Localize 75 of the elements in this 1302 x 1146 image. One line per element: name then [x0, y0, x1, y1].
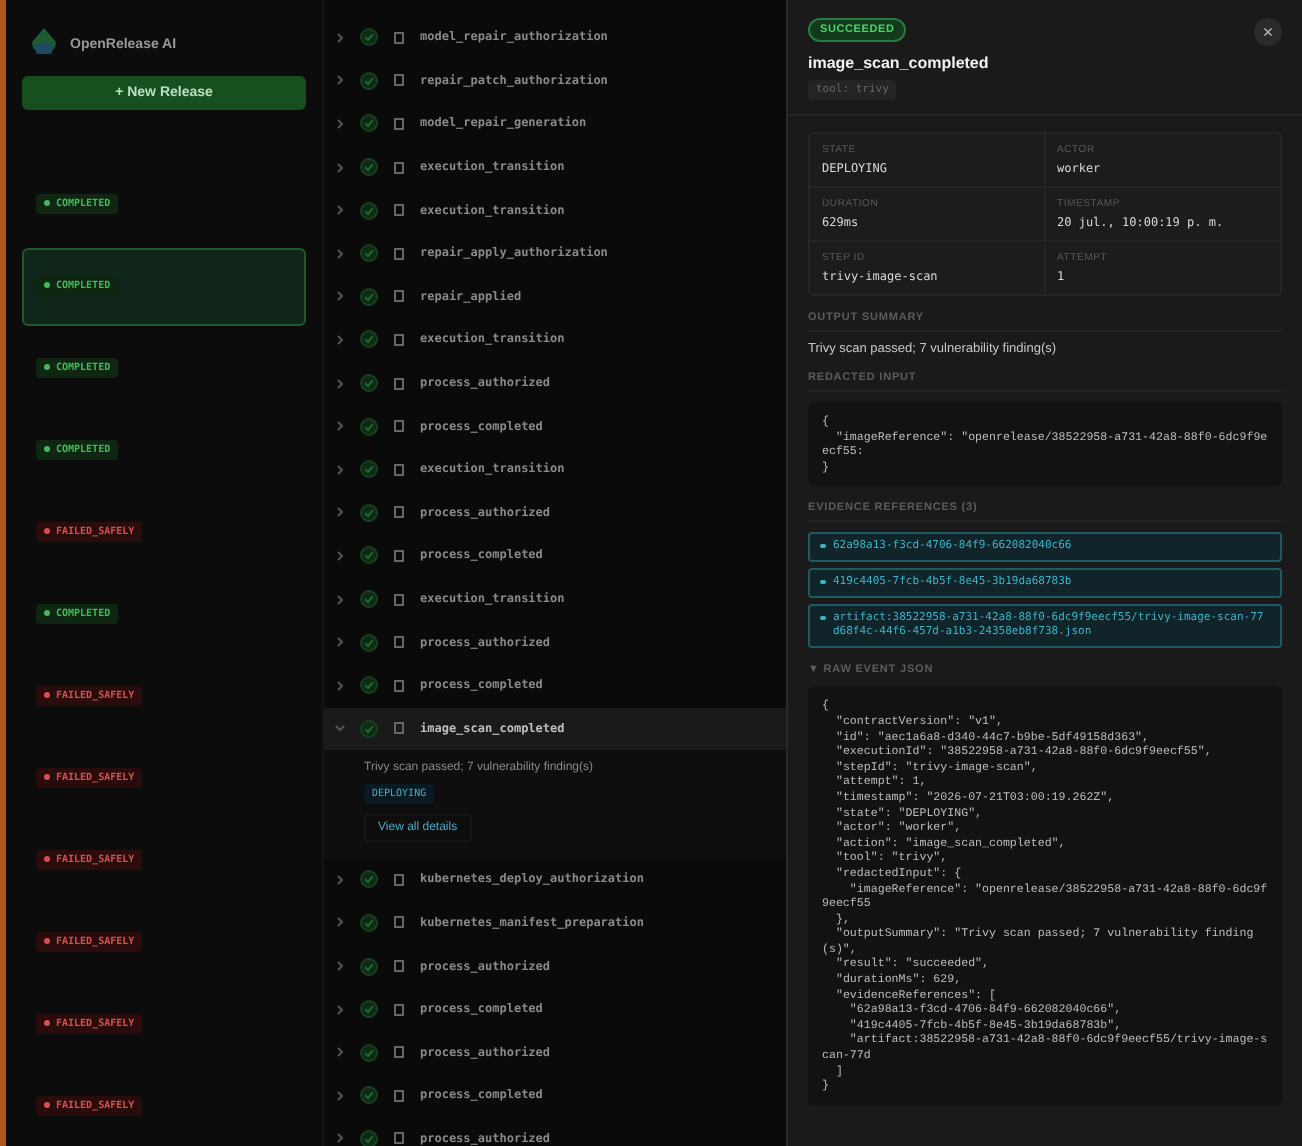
chevron-icon — [336, 593, 344, 606]
document-icon — [394, 1132, 404, 1145]
check-circle-icon — [360, 244, 378, 263]
document-icon — [394, 1089, 404, 1102]
check-circle-icon — [360, 913, 378, 932]
document-icon — [394, 1046, 404, 1059]
check-circle-icon — [360, 546, 378, 565]
chevron-icon — [336, 161, 344, 174]
document-icon — [394, 1003, 404, 1016]
check-circle-icon — [360, 417, 378, 436]
check-circle-icon — [360, 957, 378, 976]
document-icon — [394, 74, 404, 87]
check-circle-icon — [360, 158, 378, 177]
chevron-icon — [336, 549, 344, 562]
check-circle-icon — [360, 28, 378, 47]
document-icon — [394, 31, 404, 44]
check-circle-icon — [360, 330, 378, 349]
document-icon — [394, 873, 404, 886]
document-icon — [394, 161, 404, 174]
chevron-icon — [336, 1046, 344, 1059]
event-title: image_scan_completed — [808, 54, 991, 72]
chevron-icon — [336, 333, 344, 346]
check-circle-icon — [360, 460, 378, 479]
chevron-icon — [336, 1132, 344, 1145]
chevron-icon — [336, 960, 344, 973]
document-icon — [394, 679, 404, 692]
logo-icon — [30, 28, 58, 60]
document-icon — [394, 636, 404, 649]
chevron-icon — [336, 679, 344, 692]
document-icon — [394, 117, 404, 130]
document-icon — [394, 722, 404, 735]
chevron-icon — [336, 247, 344, 260]
chevron-icon — [336, 117, 344, 130]
chevron-icon — [336, 916, 344, 929]
document-icon — [394, 420, 404, 433]
chevron-icon — [336, 1089, 344, 1102]
document-icon — [394, 549, 404, 562]
document-icon — [394, 916, 404, 929]
chevron-icon — [336, 873, 344, 886]
check-circle-icon — [360, 374, 378, 393]
document-icon — [394, 463, 404, 476]
chevron-icon — [336, 31, 344, 44]
chevron-icon — [336, 1003, 344, 1016]
document-icon — [394, 290, 404, 303]
check-circle-icon — [360, 1043, 378, 1062]
check-circle-icon — [360, 1129, 378, 1146]
document-icon — [394, 593, 404, 606]
check-circle-icon — [360, 1086, 378, 1105]
chevron-icon — [336, 377, 344, 390]
chevron-icon — [336, 420, 344, 433]
chevron-icon — [336, 506, 344, 519]
check-circle-icon — [360, 633, 378, 652]
close-button[interactable]: × — [1254, 18, 1282, 46]
check-circle-icon — [360, 870, 378, 889]
chevron-icon — [336, 290, 344, 303]
check-circle-icon — [360, 590, 378, 609]
check-circle-icon — [360, 1000, 378, 1019]
check-circle-icon — [360, 114, 378, 133]
chevron-icon — [334, 724, 346, 733]
chevron-icon — [336, 463, 344, 476]
document-icon — [394, 204, 404, 217]
chevron-icon — [336, 204, 344, 217]
document-icon — [394, 960, 404, 973]
check-circle-icon — [360, 503, 378, 522]
document-icon — [394, 506, 404, 519]
check-circle-icon — [360, 676, 378, 695]
document-icon — [394, 333, 404, 346]
check-circle-icon — [360, 71, 378, 90]
document-icon — [394, 247, 404, 260]
chevron-icon — [336, 74, 344, 87]
document-icon — [394, 377, 404, 390]
check-circle-icon — [360, 719, 378, 738]
chevron-icon — [336, 636, 344, 649]
check-circle-icon — [360, 201, 378, 220]
check-circle-icon — [360, 287, 378, 306]
